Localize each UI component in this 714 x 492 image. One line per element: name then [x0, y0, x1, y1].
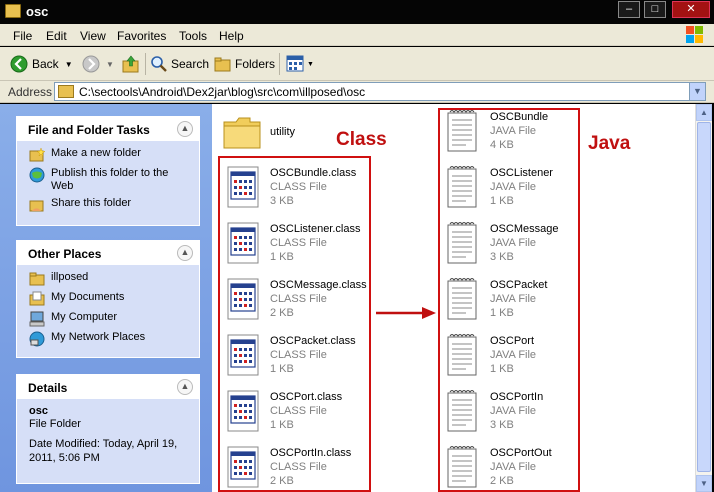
folder-icon	[223, 117, 261, 149]
collapse-chevron-icon[interactable]: ▲	[177, 121, 193, 137]
back-dropdown-icon[interactable]: ▼	[65, 60, 73, 69]
address-input[interactable]: C:\sectools\Android\Dex2jar\blog\src\com…	[54, 82, 706, 101]
publish-web-icon	[29, 167, 45, 183]
details-panel: Details ▲ osc File Folder Date Modified:…	[16, 374, 200, 484]
task-publish-folder[interactable]: Publish this folder to the Web	[29, 167, 189, 193]
other-places-panel: Other Places ▲ illposed My Documents My …	[16, 240, 200, 358]
search-label: Search	[171, 57, 210, 71]
address-dropdown-button[interactable]: ▼	[689, 83, 705, 100]
search-button[interactable]: Search	[150, 53, 209, 75]
detail-folder-type: File Folder	[29, 418, 81, 430]
task-make-new-folder[interactable]: Make a new folder	[29, 147, 189, 163]
class-highlight-box	[218, 156, 371, 492]
forward-dropdown-icon[interactable]: ▼	[106, 60, 114, 69]
panel-header[interactable]: File and Folder Tasks ▲	[17, 117, 199, 141]
maximize-button[interactable]: □	[644, 1, 666, 18]
place-illposed[interactable]: illposed	[29, 271, 189, 287]
place-label: My Documents	[51, 291, 125, 303]
class-annotation-label: Class	[336, 129, 387, 150]
views-dropdown-icon[interactable]: ▼	[307, 61, 314, 68]
task-label: Publish this folder to the Web	[51, 167, 169, 192]
panel-header[interactable]: Other Places ▲	[17, 241, 199, 265]
up-folder-button[interactable]	[121, 53, 141, 75]
toolbar: Back ▼ ▼ Search Folders ▼	[0, 47, 714, 81]
window-title: osc	[26, 4, 49, 19]
task-share-folder[interactable]: Share this folder	[29, 197, 189, 213]
file-list-view: utility OSCBundle.class CLASS File 3 KB	[212, 104, 695, 492]
minimize-button[interactable]: –	[618, 1, 640, 18]
new-folder-icon	[29, 147, 45, 162]
folder-icon	[29, 272, 45, 286]
place-label: My Network Places	[51, 331, 146, 343]
place-my-documents[interactable]: My Documents	[29, 291, 189, 307]
forward-arrow-icon	[82, 55, 100, 73]
menu-help[interactable]: Help	[219, 29, 244, 43]
java-highlight-box	[438, 108, 580, 492]
place-label: My Computer	[51, 311, 118, 323]
scroll-down-button[interactable]: ▼	[696, 475, 712, 492]
windows-logo-icon	[686, 26, 703, 43]
address-bar: Address C:\sectools\Android\Dex2jar\blog…	[0, 81, 714, 103]
forward-button[interactable]: ▼	[82, 53, 114, 75]
title-bar: osc – □ ✕	[0, 0, 714, 24]
menu-bar: File Edit View Favorites Tools Help	[0, 24, 714, 46]
place-my-computer[interactable]: My Computer	[29, 311, 189, 327]
folders-button[interactable]: Folders	[214, 53, 275, 75]
network-places-icon	[29, 331, 45, 347]
detail-date-modified: Date Modified: Today, April 19, 2011, 5:…	[29, 438, 178, 464]
folder-icon	[5, 4, 21, 18]
place-label: illposed	[51, 271, 89, 283]
views-button[interactable]: ▼	[286, 53, 314, 75]
folders-label: Folders	[235, 57, 276, 71]
task-label: Share this folder	[51, 197, 132, 209]
back-label: Back	[32, 57, 59, 71]
address-label: Address	[8, 85, 53, 99]
collapse-chevron-icon[interactable]: ▲	[177, 245, 193, 261]
toolbar-separator	[279, 53, 280, 75]
scroll-thumb[interactable]	[697, 122, 711, 472]
panel-title: Other Places	[28, 247, 102, 261]
collapse-chevron-icon[interactable]: ▲	[177, 379, 193, 395]
menu-edit[interactable]: Edit	[46, 29, 67, 43]
folders-icon	[214, 57, 231, 72]
detail-folder-name: osc	[29, 405, 48, 417]
folder-name: utility	[270, 126, 296, 138]
toolbar-separator	[145, 53, 146, 75]
menu-view[interactable]: View	[80, 29, 106, 43]
panel-title: File and Folder Tasks	[28, 123, 150, 137]
close-button[interactable]: ✕	[672, 1, 710, 18]
up-folder-icon	[122, 55, 139, 73]
back-arrow-icon	[10, 55, 28, 73]
file-folder-tasks-panel: File and Folder Tasks ▲ Make a new folde…	[16, 116, 200, 226]
vertical-scrollbar[interactable]: ▲ ▼	[695, 104, 712, 492]
task-pane: File and Folder Tasks ▲ Make a new folde…	[0, 104, 212, 492]
panel-title: Details	[28, 381, 68, 395]
panel-header[interactable]: Details ▲	[17, 375, 199, 399]
views-icon	[286, 55, 304, 72]
place-my-network-places[interactable]: My Network Places	[29, 331, 189, 347]
task-label: Make a new folder	[51, 147, 141, 159]
share-folder-icon	[29, 200, 44, 212]
menu-favorites[interactable]: Favorites	[117, 29, 166, 43]
scroll-up-button[interactable]: ▲	[696, 104, 712, 121]
menu-tools[interactable]: Tools	[179, 29, 207, 43]
my-computer-icon	[29, 311, 45, 327]
back-button[interactable]: Back ▼	[10, 53, 73, 75]
my-documents-icon	[29, 291, 45, 306]
address-path: C:\sectools\Android\Dex2jar\blog\src\com…	[79, 85, 366, 99]
folder-icon	[58, 85, 74, 98]
search-icon	[151, 56, 167, 72]
java-annotation-label: Java	[588, 133, 631, 154]
menu-file[interactable]: File	[13, 29, 32, 43]
right-arrow-icon	[376, 307, 436, 319]
